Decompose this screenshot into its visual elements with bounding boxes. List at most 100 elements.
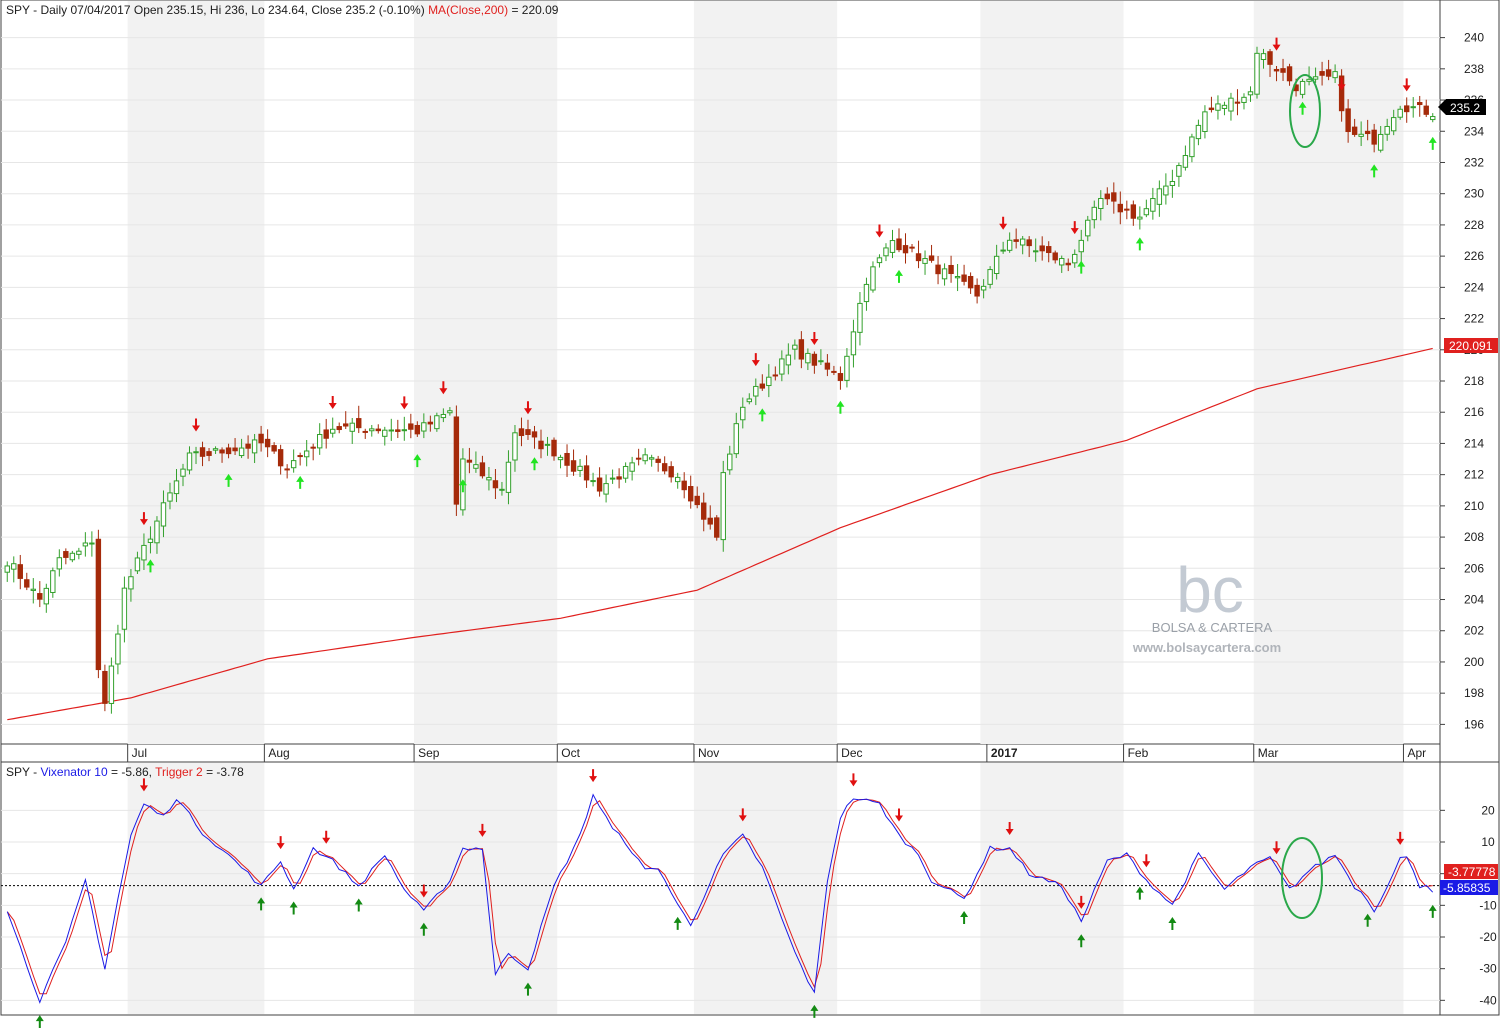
- candle-body: [857, 302, 863, 333]
- candle-body: [343, 423, 349, 427]
- indicator-header-trigger-value: = -3.78: [206, 765, 244, 779]
- candle-body: [642, 454, 648, 462]
- price-tick-label: 222: [1464, 312, 1484, 326]
- price-tick-label: 218: [1464, 374, 1484, 388]
- candle-body: [24, 579, 30, 588]
- price-tick-label: 240: [1464, 31, 1484, 45]
- indicator-header-vix-value: = -5.86,: [111, 765, 152, 779]
- candle-body: [1390, 117, 1397, 132]
- candle-body: [147, 538, 154, 543]
- candle-body: [375, 428, 381, 432]
- candle-body: [980, 285, 987, 291]
- candle-body: [356, 418, 362, 429]
- candle-body: [108, 665, 115, 704]
- candle-body: [1117, 203, 1124, 213]
- candle-body: [1404, 105, 1410, 113]
- candle-body: [883, 247, 889, 257]
- date-tick-label: Mar: [1258, 746, 1279, 760]
- price-tick-label: 238: [1464, 62, 1484, 76]
- candle-body: [219, 449, 225, 454]
- candle-body: [1098, 197, 1104, 210]
- candle-body: [330, 428, 336, 434]
- price-sell-arrow: [400, 396, 409, 410]
- candle-body: [967, 275, 974, 289]
- candle-body: [134, 557, 141, 572]
- candle-body: [1273, 69, 1280, 72]
- candle-body: [1241, 96, 1247, 103]
- candle-body: [336, 426, 342, 431]
- candle-body: [740, 406, 746, 421]
- candle-body: [1078, 239, 1084, 253]
- candle-body: [512, 432, 518, 461]
- candle-body: [251, 439, 258, 454]
- candle-body: [1280, 68, 1286, 73]
- candle-body: [727, 453, 733, 471]
- price-tick-label: 226: [1464, 249, 1484, 263]
- shade-indicator-2016-11: [693, 763, 838, 1014]
- candle-body: [1091, 206, 1097, 221]
- chart-canvas: bc BOLSA & CARTERA www.bolsaycartera.com…: [0, 0, 1500, 1028]
- indicator-axis: -40-30-20-1001020: [1440, 803, 1497, 1007]
- price-tick-label: 230: [1464, 187, 1484, 201]
- candle-body: [759, 383, 766, 389]
- candle-body: [238, 447, 245, 457]
- candle-body: [1176, 165, 1182, 177]
- date-tick-label: Oct: [561, 746, 580, 760]
- candle-body: [948, 264, 954, 275]
- candle-body: [1417, 102, 1423, 106]
- price-tick-label: 200: [1464, 655, 1484, 669]
- candle-body: [492, 480, 499, 489]
- candle-body: [596, 477, 603, 492]
- candle-body: [1104, 193, 1110, 200]
- candle-body: [1111, 192, 1117, 202]
- candle-body: [1299, 80, 1306, 95]
- price-axis: 1961982002022042062082102122142162182202…: [1440, 31, 1484, 731]
- candle-body: [17, 564, 23, 579]
- candle-body: [1260, 53, 1267, 60]
- candle-body: [121, 587, 128, 630]
- candle-body: [525, 429, 531, 435]
- candle-body: [1085, 219, 1091, 237]
- indicator-buy-arrow: [35, 1015, 44, 1028]
- price-tick-label: 206: [1464, 561, 1484, 575]
- candle-body: [811, 353, 818, 366]
- candle-body: [1325, 69, 1332, 77]
- price-tick-label: 210: [1464, 499, 1484, 513]
- candle-body: [583, 465, 590, 481]
- candle-body: [1286, 66, 1293, 82]
- price-header-ma-label: MA(Close,200): [428, 3, 508, 17]
- price-buy-arrow: [1135, 237, 1144, 251]
- candle-body: [63, 551, 69, 558]
- candle-body: [1430, 116, 1436, 121]
- candle-body: [844, 355, 850, 381]
- candle-body: [733, 423, 739, 455]
- candle-body: [603, 483, 609, 495]
- candle-body: [896, 238, 902, 251]
- candle-body: [987, 269, 993, 285]
- candle-body: [1208, 107, 1215, 111]
- candle-body: [1032, 250, 1039, 253]
- candle-body: [440, 413, 447, 419]
- candle-body: [316, 434, 323, 449]
- candle-body: [616, 476, 622, 480]
- candle-body: [544, 443, 551, 446]
- candle-body: [284, 468, 290, 471]
- price-header-prefix: SPY - Daily 07/04/2017 Open 235.15, Hi 2…: [6, 3, 425, 17]
- date-tick-label: Dec: [841, 746, 862, 760]
- indicator-header-trigger-label: Trigger 2: [155, 765, 203, 779]
- candle-body: [661, 463, 668, 472]
- candle-body: [1019, 238, 1026, 246]
- candle-body: [1137, 216, 1143, 220]
- price-header: SPY - Daily 07/04/2017 Open 235.15, Hi 2…: [6, 3, 559, 17]
- shade-indicator-2016-07: [127, 763, 265, 1014]
- watermark-logo: bc: [1176, 554, 1244, 626]
- indicator-tick-label: 20: [1481, 803, 1495, 817]
- candle-body: [160, 502, 167, 527]
- candle-body: [993, 255, 1000, 275]
- shade-price-2016-11: [693, 1, 838, 744]
- candle-body: [206, 451, 212, 456]
- candle-body: [1195, 124, 1202, 140]
- candle-body: [1351, 126, 1358, 135]
- price-sell-arrow: [328, 396, 337, 410]
- candle-body: [212, 448, 219, 451]
